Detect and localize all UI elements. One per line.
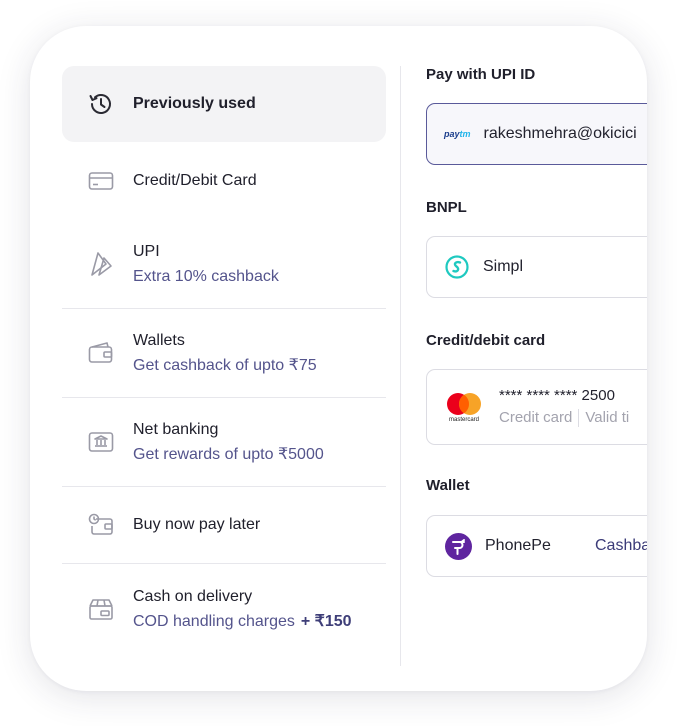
wallet-provider-name: PhonePe	[485, 537, 551, 554]
upi-section-title: Pay with UPI ID	[426, 66, 536, 83]
upi-id-value: rakeshmehra@okicici	[483, 125, 637, 142]
bank-icon	[86, 427, 116, 457]
credit-card-icon	[86, 166, 116, 196]
method-credit-debit-card[interactable]: Credit/Debit Card	[62, 142, 386, 220]
bnpl-wallet-icon	[86, 510, 116, 540]
method-cash-on-delivery[interactable]: Cash on delivery COD handling charges + ₹…	[62, 564, 386, 654]
delivery-box-icon	[86, 594, 116, 624]
method-previously-used[interactable]: Previously used	[62, 66, 386, 142]
wallet-cashback-link[interactable]: Cashba	[595, 537, 647, 555]
upi-id-option[interactable]: paytm rakeshmehra@okicici	[426, 103, 647, 165]
method-offer: Get rewards of upto ₹5000	[133, 445, 324, 463]
method-offer: COD handling charges + ₹150	[133, 611, 352, 633]
cod-charges-amount: + ₹150	[300, 612, 352, 630]
method-label: UPI	[133, 242, 160, 260]
method-label: Previously used	[133, 95, 256, 112]
paytm-logo: paytm	[444, 129, 471, 139]
method-label: Wallets	[133, 331, 185, 349]
history-icon	[86, 89, 116, 119]
method-buy-now-pay-later[interactable]: Buy now pay later	[62, 487, 386, 564]
wallet-icon	[86, 338, 116, 368]
saved-card-option[interactable]: mastercard **** **** **** 2500 Credit ca…	[426, 369, 647, 445]
method-wallets[interactable]: Wallets Get cashback of upto ₹75	[62, 309, 386, 398]
card-type: Credit card	[499, 408, 573, 426]
method-offer: Get cashback of upto ₹75	[133, 356, 317, 374]
simpl-logo-icon	[445, 255, 469, 279]
method-upi[interactable]: UPI Extra 10% cashback	[62, 220, 386, 309]
card-section-title: Credit/debit card	[426, 332, 546, 349]
payment-options-card: Previously used Credit/Debit Card UPI Ex…	[30, 26, 647, 691]
wallet-option-phonepe[interactable]: PhonePe Cashba	[426, 515, 647, 577]
column-divider	[400, 66, 401, 666]
bnpl-option-simpl[interactable]: Simpl	[426, 236, 647, 298]
method-label: Net banking	[133, 420, 219, 438]
method-label: Credit/Debit Card	[133, 172, 257, 189]
card-validity: Valid ti	[585, 408, 630, 426]
method-net-banking[interactable]: Net banking Get rewards of upto ₹5000	[62, 398, 386, 487]
mastercard-logo: mastercard	[445, 392, 483, 423]
cod-charges-label: COD handling charges	[133, 612, 295, 630]
bnpl-provider-name: Simpl	[483, 258, 524, 275]
method-label: Cash on delivery	[133, 587, 253, 605]
upi-icon	[86, 249, 116, 279]
bnpl-section-title: BNPL	[426, 199, 467, 216]
method-offer: Extra 10% cashback	[133, 267, 279, 285]
method-label: Buy now pay later	[133, 516, 261, 533]
payment-method-list: Previously used Credit/Debit Card UPI Ex…	[62, 66, 386, 654]
mastercard-logo-text: mastercard	[448, 416, 479, 423]
card-number: **** **** **** 2500	[499, 386, 615, 404]
phonepe-logo-icon	[445, 532, 472, 560]
wallet-section-title: Wallet	[426, 477, 470, 494]
card-meta-separator	[578, 409, 580, 428]
